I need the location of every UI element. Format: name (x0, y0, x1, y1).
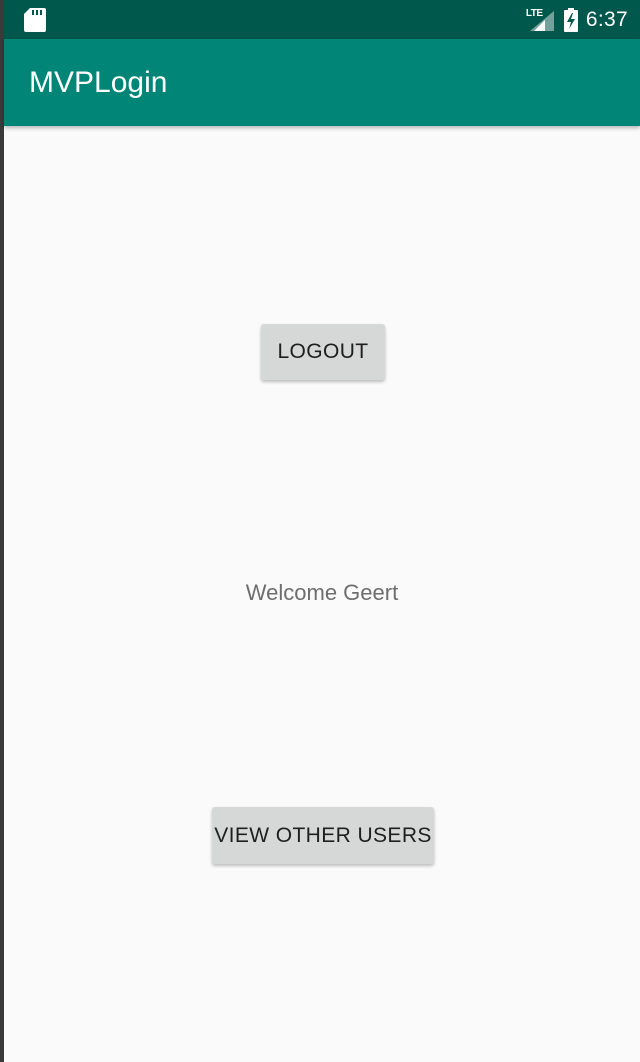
view-other-users-button[interactable]: VIEW OTHER USERS (212, 807, 434, 864)
welcome-message: Welcome Geert (245, 580, 399, 605)
logout-button[interactable]: LOGOUT (261, 324, 385, 380)
signal-icon (529, 10, 554, 31)
window-edge (0, 0, 4, 1062)
status-time: 6:37 (585, 7, 628, 31)
status-icons: LTE 6:37 (526, 0, 628, 39)
sd-card-icon (24, 8, 46, 32)
device-screen: LTE 6:37 MVPLogin LOGOUT Welcome Geert V… (0, 0, 640, 1062)
network-indicator: LTE (526, 7, 556, 33)
status-bar: LTE 6:37 (4, 0, 640, 39)
app-title: MVPLogin (29, 66, 168, 99)
battery-charging-icon (563, 7, 578, 32)
app-bar: MVPLogin (4, 39, 640, 126)
